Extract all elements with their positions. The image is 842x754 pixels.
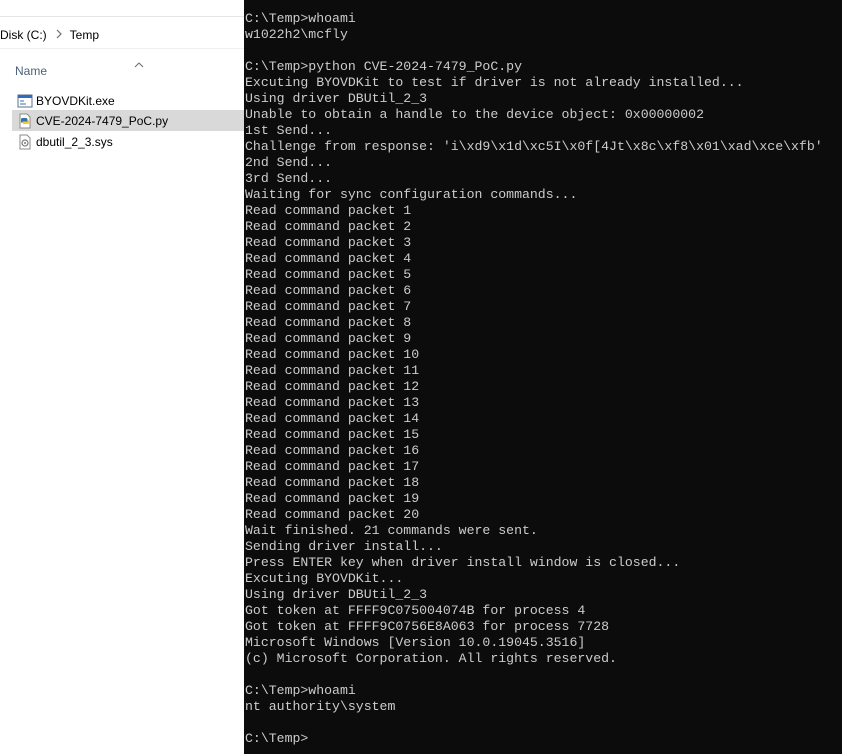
file-item-dbutil-sys[interactable]: dbutil_2_3.sys	[12, 131, 244, 152]
console-line: 1st Send...	[245, 123, 333, 138]
console-line: Read command packet 18	[245, 475, 420, 490]
console-line: Using driver DBUtil_2_3	[245, 587, 428, 602]
console-line: Unable to obtain a handle to the device …	[245, 107, 704, 122]
divider	[0, 48, 244, 49]
console-line: (c) Microsoft Corporation. All rights re…	[245, 651, 617, 666]
console-line: C:\Temp>whoami	[245, 11, 356, 26]
console-line: Read command packet 12	[245, 379, 420, 394]
console-output: C:\Temp>whoami w1022h2\mcfly C:\Temp>pyth…	[245, 11, 823, 747]
column-header-name[interactable]: Name	[0, 56, 244, 84]
console-line: Read command packet 3	[245, 235, 412, 250]
console-line: Read command packet 7	[245, 299, 412, 314]
console-line: 2nd Send...	[245, 155, 333, 170]
console-line: Read command packet 1	[245, 203, 412, 218]
chevron-right-icon[interactable]	[56, 29, 62, 42]
file-name: BYOVDKit.exe	[36, 93, 115, 108]
console-line: Read command packet 13	[245, 395, 420, 410]
console-line: Got token at FFFF9C075004074B for proces…	[245, 603, 586, 618]
console-line: Read command packet 8	[245, 315, 412, 330]
console-line: nt authority\system	[245, 699, 396, 714]
python-file-icon	[17, 113, 33, 129]
console-line: Read command packet 9	[245, 331, 412, 346]
console-line: Press ENTER key when driver install wind…	[245, 555, 681, 570]
chevron-up-icon	[134, 56, 144, 68]
console-line: C:\Temp>whoami	[245, 683, 356, 698]
console-line: Read command packet 11	[245, 363, 420, 378]
console-line: Read command packet 2	[245, 219, 412, 234]
console-line: Read command packet 14	[245, 411, 420, 426]
console-line: Read command packet 16	[245, 443, 420, 458]
console-line: 3rd Send...	[245, 171, 333, 186]
file-name: dbutil_2_3.sys	[36, 134, 113, 149]
console-line: Read command packet 10	[245, 347, 420, 362]
console-line: Wait finished. 21 commands were sent.	[245, 523, 538, 538]
file-item-byovdkit-exe[interactable]: BYOVDKit.exe	[12, 90, 244, 111]
console-line: Challenge from response: 'i\xd9\x1d\xc5I…	[245, 139, 823, 154]
console-line: Microsoft Windows [Version 10.0.19045.35…	[245, 635, 586, 650]
explorer-toolbar-strip	[0, 0, 244, 17]
console-line: Excuting BYOVDKit...	[245, 571, 404, 586]
breadcrumb[interactable]: Disk (C:) Temp	[0, 22, 244, 48]
console-line: Read command packet 20	[245, 507, 420, 522]
console-line: Waiting for sync configuration commands.…	[245, 187, 578, 202]
column-header-label: Name	[15, 64, 48, 78]
sys-file-icon	[17, 134, 33, 150]
file-name: CVE-2024-7479_PoC.py	[36, 113, 169, 128]
console-line: Read command packet 5	[245, 267, 412, 282]
console-line: C:\Temp>python CVE-2024-7479_PoC.py	[245, 59, 522, 74]
console-line: w1022h2\mcfly	[245, 27, 348, 42]
console-line: Read command packet 15	[245, 427, 420, 442]
console-line: Read command packet 6	[245, 283, 412, 298]
command-prompt-window[interactable]: C:\Temp>whoami w1022h2\mcfly C:\Temp>pyth…	[244, 0, 842, 754]
breadcrumb-item-temp[interactable]: Temp	[70, 26, 99, 44]
exe-file-icon	[17, 93, 33, 109]
console-line: Sending driver install...	[245, 539, 443, 554]
console-line: Using driver DBUtil_2_3	[245, 91, 428, 106]
console-line: Read command packet 19	[245, 491, 420, 506]
console-line: Read command packet 17	[245, 459, 420, 474]
console-line: Got token at FFFF9C0756E8A063 for proces…	[245, 619, 610, 634]
breadcrumb-item-disk[interactable]: Disk (C:)	[0, 26, 47, 44]
file-explorer-pane: Disk (C:) Temp Name BYOVDKit.exe CVE-202…	[0, 0, 244, 754]
console-line: Read command packet 4	[245, 251, 412, 266]
console-line: C:\Temp>	[245, 731, 309, 746]
console-line: Excuting BYOVDKit to test if driver is n…	[245, 75, 744, 90]
file-item-cve-poc-py[interactable]: CVE-2024-7479_PoC.py	[12, 110, 244, 131]
